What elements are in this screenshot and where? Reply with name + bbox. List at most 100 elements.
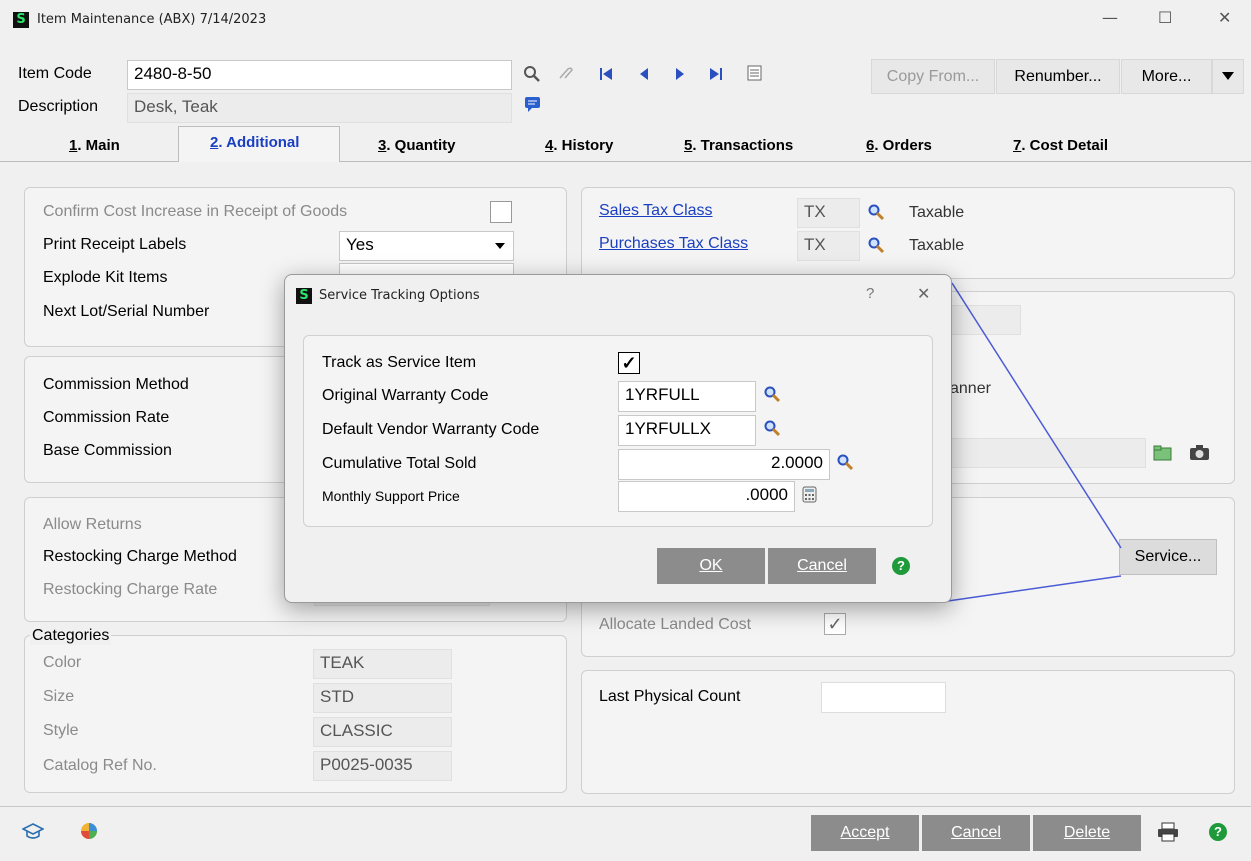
base-commission-label: Base Commission (43, 442, 172, 459)
print-receipt-labels-select[interactable]: Yes (339, 231, 514, 261)
folder-icon[interactable] (1153, 444, 1173, 462)
explode-kit-label: Explode Kit Items (43, 269, 168, 286)
more-button[interactable]: More... (1121, 59, 1212, 94)
vendor-warranty-label: Default Vendor Warranty Code (322, 421, 540, 438)
maximize-button[interactable]: ☐ (1158, 8, 1172, 27)
first-record-icon[interactable] (598, 66, 614, 82)
allocate-landed-cost-checkbox[interactable]: ✓ (824, 613, 846, 635)
cancel-button[interactable]: Cancel (922, 815, 1030, 851)
cumulative-total-label: Cumulative Total Sold (322, 455, 477, 472)
minimize-button[interactable]: — (1102, 8, 1118, 27)
dialog-help-button[interactable]: ? (866, 285, 874, 302)
lookup-icon[interactable] (867, 203, 885, 221)
description-input[interactable]: Desk, Teak (127, 93, 512, 123)
commission-rate-label: Commission Rate (43, 409, 170, 426)
monthly-support-input[interactable]: .0000 (618, 481, 795, 512)
footer-divider (0, 806, 1251, 807)
help-icon[interactable]: ? (892, 557, 910, 575)
chevron-down-icon (1222, 72, 1234, 80)
service-button[interactable]: Service... (1119, 539, 1217, 575)
tab-quantity[interactable]: 3. Quantity (378, 137, 456, 154)
previous-record-icon[interactable] (636, 66, 652, 82)
original-warranty-input[interactable]: 1YRFULL (618, 381, 756, 412)
lookup-icon[interactable] (867, 236, 885, 254)
item-code-label: Item Code (18, 65, 92, 82)
delete-label: Delete (1063, 824, 1111, 841)
dialog-ok-label: OK (699, 557, 723, 574)
purchases-tax-desc: Taxable (909, 237, 965, 254)
lookup-icon[interactable] (522, 64, 542, 84)
accept-label: Accept (840, 824, 890, 841)
color-wheel-icon[interactable] (79, 821, 99, 841)
category-value[interactable]: TEAK (313, 649, 452, 679)
print-receipt-labels-value: Yes (346, 235, 374, 254)
close-button[interactable]: ✕ (1218, 8, 1231, 27)
cumulative-total-input[interactable]: 2.0000 (618, 449, 830, 480)
tax-panel (581, 187, 1235, 279)
allocate-landed-cost-label: Allocate Landed Cost (599, 616, 752, 633)
tab-orders[interactable]: 6. Orders (866, 137, 932, 154)
calculator-icon[interactable] (802, 486, 818, 504)
graduation-cap-icon[interactable] (22, 821, 44, 841)
help-icon[interactable]: ? (1209, 823, 1227, 841)
app-icon: S (13, 12, 29, 28)
vendor-warranty-input[interactable]: 1YRFULLX (618, 415, 756, 446)
category-label: Style (43, 722, 79, 739)
accept-button[interactable]: Accept (811, 815, 919, 851)
dialog-title: Service Tracking Options (319, 288, 480, 303)
category-value[interactable]: CLASSIC (313, 717, 452, 747)
camera-icon[interactable] (1189, 444, 1211, 462)
lookup-icon[interactable] (836, 453, 854, 471)
partial-label: anner (950, 380, 991, 397)
window-title: Item Maintenance (ABX) 7/14/2023 (37, 12, 267, 27)
print-receipt-labels-label: Print Receipt Labels (43, 236, 187, 253)
dialog-ok-button[interactable]: OK (657, 548, 765, 584)
more-dropdown-button[interactable] (1212, 59, 1244, 94)
category-value[interactable]: STD (313, 683, 452, 713)
restocking-rate-label: Restocking Charge Rate (43, 581, 218, 598)
category-value[interactable]: P0025-0035 (313, 751, 452, 781)
lookup-icon[interactable] (763, 385, 781, 403)
notes-icon[interactable] (746, 64, 764, 82)
service-tracking-dialog: S Service Tracking Options ? ✕ Track as … (284, 274, 952, 603)
confirm-cost-checkbox[interactable] (490, 201, 512, 223)
memo-icon[interactable] (524, 96, 542, 114)
last-record-icon[interactable] (708, 66, 724, 82)
category-label: Catalog Ref No. (43, 757, 157, 774)
tab-additional[interactable]: 2. Additional (210, 134, 299, 151)
commission-method-label: Commission Method (43, 376, 189, 393)
misc-field[interactable] (950, 305, 1021, 335)
image-file-field[interactable] (950, 438, 1146, 468)
monthly-support-label: Monthly Support Price (322, 488, 460, 504)
item-code-input[interactable]: 2480-8-50 (127, 60, 512, 90)
delete-button[interactable]: Delete (1033, 815, 1141, 851)
purchases-tax-field[interactable]: TX (797, 231, 860, 261)
category-label: Size (43, 688, 75, 705)
printer-icon[interactable] (1157, 822, 1179, 842)
dialog-cancel-button[interactable]: Cancel (768, 548, 876, 584)
dialog-close-button[interactable]: ✕ (917, 284, 930, 304)
dialog-app-icon: S (296, 288, 312, 304)
last-physical-count-field[interactable] (821, 682, 946, 713)
next-lot-label: Next Lot/Serial Number (43, 303, 210, 320)
track-service-item-checkbox[interactable]: ✓ (618, 352, 640, 374)
title-bar: S Item Maintenance (ABX) 7/14/2023 — ☐ ✕ (0, 0, 1251, 40)
category-label: Color (43, 654, 82, 671)
renumber-button[interactable]: Renumber... (996, 59, 1120, 94)
paperclip-icon[interactable] (556, 64, 576, 84)
sales-tax-field[interactable]: TX (797, 198, 860, 228)
last-physical-count-label: Last Physical Count (599, 688, 741, 705)
copy-from-button[interactable]: Copy From... (871, 59, 995, 94)
tab-history[interactable]: 4. History (545, 137, 613, 154)
cancel-label: Cancel (951, 824, 1001, 841)
next-record-icon[interactable] (672, 66, 688, 82)
sales-tax-class-link[interactable]: Sales Tax Class (599, 202, 713, 220)
chevron-down-icon (495, 243, 505, 249)
tab-transactions[interactable]: 5. Transactions (684, 137, 793, 154)
restocking-method-label: Restocking Charge Method (43, 548, 237, 565)
dialog-cancel-label: Cancel (797, 557, 847, 574)
lookup-icon[interactable] (763, 419, 781, 437)
tab-main[interactable]: 1. Main (69, 137, 120, 154)
tab-cost-detail[interactable]: 7. Cost Detail (1013, 137, 1108, 154)
purchases-tax-class-link[interactable]: Purchases Tax Class (599, 235, 748, 253)
